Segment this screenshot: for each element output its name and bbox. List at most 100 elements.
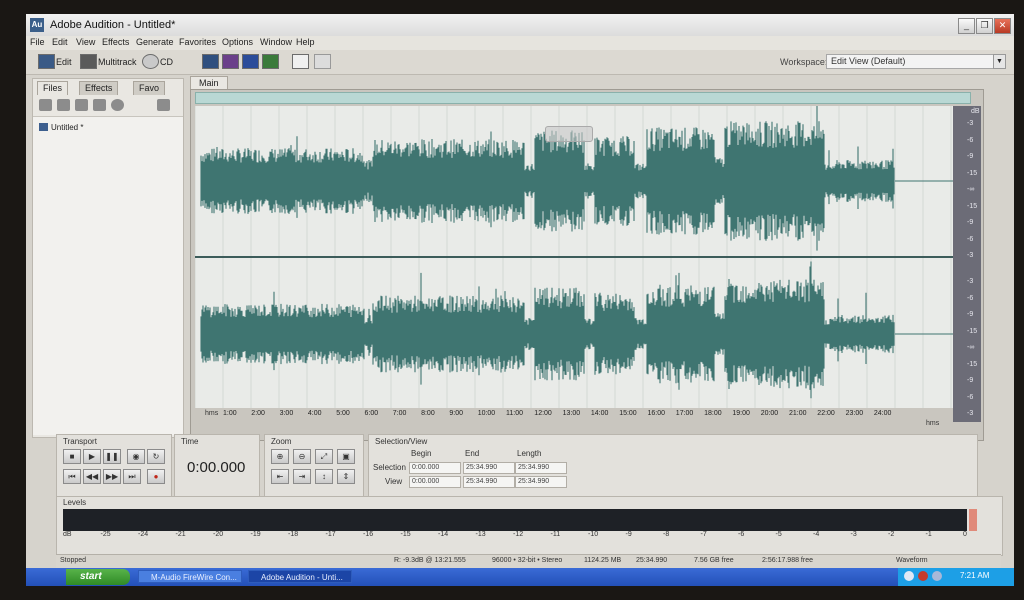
stop-button[interactable]: ■ — [63, 449, 81, 464]
levels-scale-label: -9 — [625, 531, 632, 538]
zoom-scroll-handle[interactable] — [545, 126, 593, 142]
zoom-right-edge-icon[interactable]: ⇥ — [293, 469, 311, 484]
go-to-end-button[interactable]: ⏭ — [123, 469, 141, 484]
record-button[interactable]: ● — [147, 469, 165, 484]
workspace-label: Workspace: — [780, 57, 828, 67]
time-tick-label: 14:00 — [590, 410, 609, 417]
go-to-start-button[interactable]: ⏮ — [63, 469, 81, 484]
edit-view-button[interactable]: Edit — [56, 57, 72, 67]
menu-view[interactable]: View — [76, 37, 95, 47]
view-end-field[interactable]: 25:34.990 — [463, 476, 515, 488]
time-selection-tool-icon[interactable] — [292, 54, 309, 69]
view-length-field[interactable]: 25:34.990 — [515, 476, 567, 488]
file-list-item[interactable]: Untitled * — [51, 123, 83, 132]
insert-file-icon[interactable] — [93, 99, 106, 111]
time-ruler[interactable]: 1:00 2:00 3:00 4:00 5:00 6:00 7:00 8:00 9:00 10:0… — [195, 408, 953, 422]
play-preview-icon[interactable] — [111, 99, 124, 111]
zoom-in-vertical-icon[interactable]: ↕ — [315, 469, 333, 484]
multitrack-view-icon[interactable] — [80, 54, 97, 69]
selection-begin-field[interactable]: 0:00.000 — [409, 462, 461, 474]
selection-length-field[interactable]: 25:34.990 — [515, 462, 567, 474]
import-file-icon[interactable] — [75, 99, 88, 111]
spectral-display-icon[interactable] — [222, 54, 239, 69]
view-begin-field[interactable]: 0:00.000 — [409, 476, 461, 488]
time-tick-label: 22:00 — [817, 410, 835, 417]
close-button[interactable]: ✕ — [994, 18, 1011, 34]
levels-scale-label: -10 — [588, 531, 599, 538]
menu-window[interactable]: Window — [260, 37, 292, 47]
zoom-in-horizontal-icon[interactable]: ⊕ — [271, 449, 289, 464]
waveform-display-icon[interactable] — [202, 54, 219, 69]
close-file-icon[interactable] — [57, 99, 70, 111]
minimize-button[interactable]: _ — [958, 18, 975, 34]
levels-scale-label: -24 — [138, 531, 149, 538]
tab-effects[interactable]: Effects — [79, 81, 119, 95]
fast-forward-button[interactable]: ▶▶ — [103, 469, 121, 484]
tab-main[interactable]: Main — [190, 76, 228, 90]
multitrack-view-button[interactable]: Multitrack — [98, 57, 137, 67]
tray-volume-icon[interactable] — [932, 571, 942, 581]
menu-favorites[interactable]: Favorites — [179, 37, 216, 47]
play-button[interactable]: ▶ — [83, 449, 101, 464]
waveform-display[interactable] — [195, 106, 953, 408]
levels-scale-label: -8 — [663, 531, 670, 538]
menu-effects[interactable]: Effects — [102, 37, 129, 47]
taskbar-item-m-audio[interactable]: M-Audio FireWire Con... — [138, 570, 242, 583]
levels-scale-label: 0 — [963, 531, 967, 538]
taskbar-item-audition[interactable]: Adobe Audition - Unti... — [248, 570, 352, 583]
time-tick-label: 7:00 — [392, 410, 407, 417]
view-row-label: View — [385, 477, 403, 486]
selection-end-field[interactable]: 25:34.990 — [463, 462, 515, 474]
status-state: Stopped — [60, 557, 87, 564]
overview-bar[interactable] — [195, 92, 971, 104]
menu-options[interactable]: Options — [222, 37, 253, 47]
time-tick-label: 24:00 — [873, 410, 892, 417]
zoom-out-full-icon[interactable]: ⤢ — [315, 449, 333, 464]
edit-view-icon[interactable] — [38, 54, 55, 69]
play-from-cursor-button[interactable]: ◉ — [127, 449, 145, 464]
levels-scale-label: -15 — [400, 531, 411, 538]
zoom-selection-icon[interactable]: ▣ — [337, 449, 355, 464]
workspace-select[interactable]: Edit View (Default) — [826, 54, 1002, 69]
menu-file[interactable]: File — [30, 37, 45, 47]
tray-security-icon[interactable] — [918, 571, 928, 581]
spectral-phase-icon[interactable] — [262, 54, 279, 69]
menu-edit[interactable]: Edit — [52, 37, 68, 47]
clock: 7:21 AM — [960, 571, 990, 580]
loop-button[interactable]: ↻ — [147, 449, 165, 464]
time-tick-label: 4:00 — [307, 410, 322, 417]
time-tick-label: 21:00 — [789, 410, 807, 417]
menu-generate[interactable]: Generate — [136, 37, 174, 47]
time-tick-label: 9:00 — [449, 410, 464, 417]
start-button[interactable]: start — [66, 569, 130, 585]
cd-view-button[interactable]: CD — [160, 57, 173, 67]
zoom-left-edge-icon[interactable]: ⇤ — [271, 469, 289, 484]
db-tick-label: -15 — [967, 202, 978, 210]
menu-help[interactable]: Help — [296, 37, 315, 47]
status-view: Waveform — [896, 557, 928, 564]
maximize-button[interactable]: ❐ — [976, 18, 993, 34]
zoom-out-horizontal-icon[interactable]: ⊖ — [293, 449, 311, 464]
workspace-dropdown-icon[interactable]: ▼ — [993, 54, 1006, 69]
panel-options-icon[interactable] — [157, 99, 170, 111]
move-copy-tool-icon[interactable] — [314, 54, 331, 69]
rewind-button[interactable]: ◀◀ — [83, 469, 101, 484]
spectral-pan-icon[interactable] — [242, 54, 259, 69]
db-tick-label: -6 — [967, 136, 974, 144]
taskbar: start M-Audio FireWire Con... Adobe Audi… — [26, 568, 1014, 586]
pause-button[interactable]: ❚❚ — [103, 449, 121, 464]
levels-scale-label: -2 — [888, 531, 895, 538]
tray-network-icon[interactable] — [904, 571, 914, 581]
db-tick-label: -6 — [967, 393, 974, 401]
open-file-icon[interactable] — [39, 99, 52, 111]
title-bar: Au Adobe Audition - Untitled* _ ❐ ✕ — [26, 14, 1014, 37]
cd-icon[interactable] — [142, 54, 159, 69]
tab-files[interactable]: Files — [37, 81, 69, 95]
screen: Au Adobe Audition - Untitled* _ ❐ ✕ File… — [26, 14, 1014, 586]
zoom-out-vertical-icon[interactable]: ⇕ — [337, 469, 355, 484]
tab-favorites[interactable]: Favo — [133, 81, 166, 95]
time-tick-label: 15:00 — [619, 410, 637, 417]
db-tick-label: -15 — [967, 360, 978, 368]
clip-indicator[interactable] — [969, 509, 977, 531]
files-panel: Files Effects Favo Untitled * — [32, 78, 184, 438]
